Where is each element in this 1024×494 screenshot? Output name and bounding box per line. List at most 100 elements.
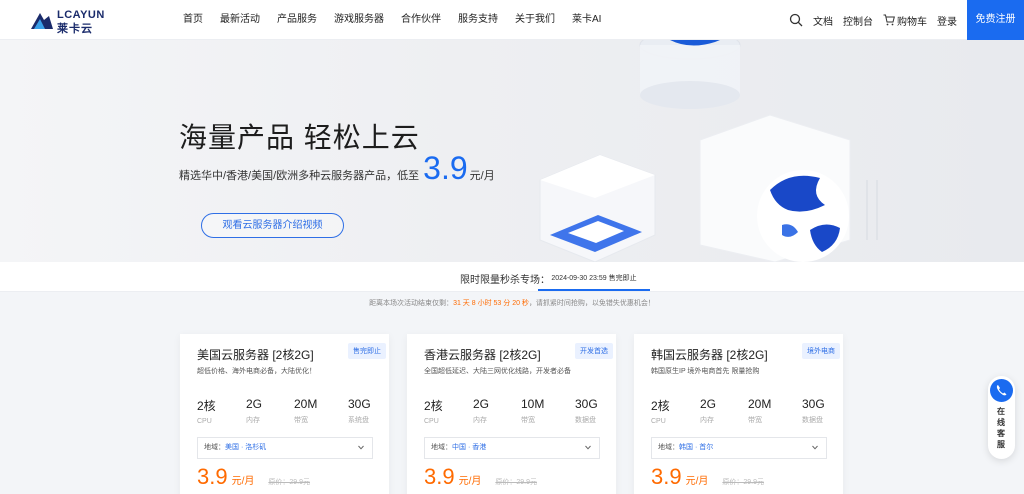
watch-video-button[interactable]: 观看云服务器介绍视频	[201, 213, 344, 238]
spec-value: 30G	[802, 397, 825, 411]
spec-label: 内存	[473, 417, 487, 424]
nav-right: 文档 控制台 购物车 登录	[789, 0, 967, 40]
countdown-suffix: ，请抓紧时间抢购，以免错失优惠机会！	[528, 300, 655, 307]
spec-value: 20M	[294, 397, 318, 411]
cart-icon	[883, 14, 895, 26]
search-icon[interactable]	[789, 13, 803, 27]
card-description: 韩国原生IP 境外电商首先 限量抢购	[651, 368, 760, 375]
top-nav: LCAYUN 莱卡云 首页 最新活动 产品服务 游戏服务器 合作伙伴 服务支持 …	[0, 0, 1024, 40]
spec-value: 30G	[575, 397, 598, 411]
card-badge: 境外电商	[802, 343, 840, 359]
card-description: 超低价格、海外电商必备，大陆优化！	[197, 368, 316, 375]
price-unit: 元/月	[231, 476, 255, 487]
spec-value: 2核	[424, 399, 443, 413]
logo-text-cn: 莱卡云	[57, 23, 93, 35]
spec-value: 30G	[348, 397, 371, 411]
region-select[interactable]: 地域：美国 · 洛杉矶	[197, 437, 373, 459]
product-card-hk[interactable]: 香港云服务器 [2核2G] 开发首选 全国超低延迟、大陆三网优化线路，开发者必备…	[407, 334, 616, 494]
hero-banner: 海量产品 轻松上云 精选华中/香港/美国/欧洲多种云服务器产品，低至 3.9 元…	[0, 40, 1024, 262]
hero-subtitle-row: 精选华中/香港/美国/欧洲多种云服务器产品，低至 3.9 元/月	[179, 150, 495, 187]
menu-item-products[interactable]: 产品服务	[277, 0, 317, 40]
spec-value: 2G	[246, 397, 263, 411]
spec-label: 系统盘	[348, 417, 369, 424]
spec-bandwidth: 20M 带宽	[294, 397, 334, 425]
menu-item-about[interactable]: 关于我们	[515, 0, 555, 40]
price-row: 3.9 元/月 原价：29.9元	[197, 464, 310, 490]
product-card-us[interactable]: 美国云服务器 [2核2G] 售完即止 超低价格、海外电商必备，大陆优化！ 2核 C…	[180, 334, 389, 494]
spec-cpu: 2核 CPU	[424, 397, 464, 425]
region-select[interactable]: 地域：韩国 · 首尔	[651, 437, 827, 459]
spec-label: 数据盘	[802, 417, 823, 424]
product-card-kr[interactable]: 韩国云服务器 [2核2G] 境外电商 韩国原生IP 境外电商首先 限量抢购 2核…	[634, 334, 843, 494]
menu-item-game-servers[interactable]: 游戏服务器	[334, 0, 384, 40]
login-link[interactable]: 登录	[937, 13, 957, 28]
flash-sale-tab[interactable]: 2024-09-30 23:59 售完即止	[538, 267, 650, 291]
spec-value: 2核	[197, 399, 216, 413]
region-value: 中国 · 香港	[452, 444, 487, 451]
price-value: 3.9	[651, 464, 682, 489]
flash-sale-bar: 限时限量秒杀专场： 2024-09-30 23:59 售完即止	[0, 262, 1024, 292]
phone-icon	[990, 379, 1013, 402]
chevron-down-icon	[812, 445, 818, 450]
menu-item-home[interactable]: 首页	[183, 0, 203, 40]
hero-subtitle: 精选华中/香港/美国/欧洲多种云服务器产品，低至	[179, 170, 420, 182]
price-row: 3.9 元/月 原价：29.9元	[424, 464, 537, 490]
region-label: 地域：	[658, 444, 679, 451]
spec-label: CPU	[651, 418, 666, 425]
price-value: 3.9	[197, 464, 228, 489]
spec-disk: 30G 系统盘	[348, 397, 388, 425]
spec-label: 内存	[246, 417, 260, 424]
logo[interactable]: LCAYUN 莱卡云	[30, 8, 110, 35]
original-price: 原价：29.9元	[268, 479, 310, 486]
spec-value: 20M	[748, 397, 772, 411]
spec-value: 2核	[651, 399, 670, 413]
hero-illustration	[539, 40, 878, 262]
logo-mark-icon	[31, 13, 53, 29]
spec-label: CPU	[197, 418, 212, 425]
cart-label: 购物车	[897, 16, 927, 28]
spec-cpu: 2核 CPU	[197, 397, 237, 425]
docs-link[interactable]: 文档	[813, 13, 833, 28]
spec-label: 带宽	[748, 417, 762, 424]
region-value: 韩国 · 首尔	[679, 444, 714, 451]
spec-label: 数据盘	[575, 417, 596, 424]
price-unit: 元/月	[685, 476, 709, 487]
card-title: 美国云服务器 [2核2G]	[197, 348, 314, 362]
spec-memory: 2G 内存	[473, 397, 513, 425]
menu-item-ai[interactable]: 莱卡AI	[572, 0, 601, 40]
spec-memory: 2G 内存	[700, 397, 740, 425]
original-price: 原价：29.9元	[722, 479, 764, 486]
console-link[interactable]: 控制台	[843, 13, 873, 28]
hero-price-unit: 元/月	[469, 170, 495, 182]
online-support-widget[interactable]: 在线客服	[988, 376, 1015, 459]
spec-label: 带宽	[294, 417, 308, 424]
price-value: 3.9	[424, 464, 455, 489]
countdown-prefix: 距离本场次活动结束仅剩：	[369, 300, 454, 307]
spec-label: 带宽	[521, 417, 535, 424]
card-description: 全国超低延迟、大陆三网优化线路，开发者必备	[424, 368, 571, 375]
price-row: 3.9 元/月 原价：29.9元	[651, 464, 764, 490]
register-button[interactable]: 免费注册	[967, 0, 1024, 40]
menu-item-support[interactable]: 服务支持	[458, 0, 498, 40]
region-value: 美国 · 洛杉矶	[225, 444, 267, 451]
spec-cpu: 2核 CPU	[651, 397, 691, 425]
cart-link[interactable]: 购物车	[883, 13, 927, 28]
price-unit: 元/月	[458, 476, 482, 487]
spec-value: 10M	[521, 397, 545, 411]
spec-label: CPU	[424, 418, 439, 425]
online-support-label: 在线客服	[997, 407, 1005, 449]
spec-bandwidth: 10M 带宽	[521, 397, 561, 425]
menu-item-events[interactable]: 最新活动	[220, 0, 260, 40]
chevron-down-icon	[358, 445, 364, 450]
spec-label: 内存	[700, 417, 714, 424]
spec-disk: 30G 数据盘	[575, 397, 615, 425]
card-title: 香港云服务器 [2核2G]	[424, 348, 541, 362]
spec-bandwidth: 20M 带宽	[748, 397, 788, 425]
card-badge: 开发首选	[575, 343, 613, 359]
menu-item-partners[interactable]: 合作伙伴	[401, 0, 441, 40]
main-menu: 首页 最新活动 产品服务 游戏服务器 合作伙伴 服务支持 关于我们 莱卡AI	[183, 0, 618, 40]
region-label: 地域：	[431, 444, 452, 451]
spec-memory: 2G 内存	[246, 397, 286, 425]
region-select[interactable]: 地域：中国 · 香港	[424, 437, 600, 459]
hero-price: 3.9	[423, 150, 468, 186]
